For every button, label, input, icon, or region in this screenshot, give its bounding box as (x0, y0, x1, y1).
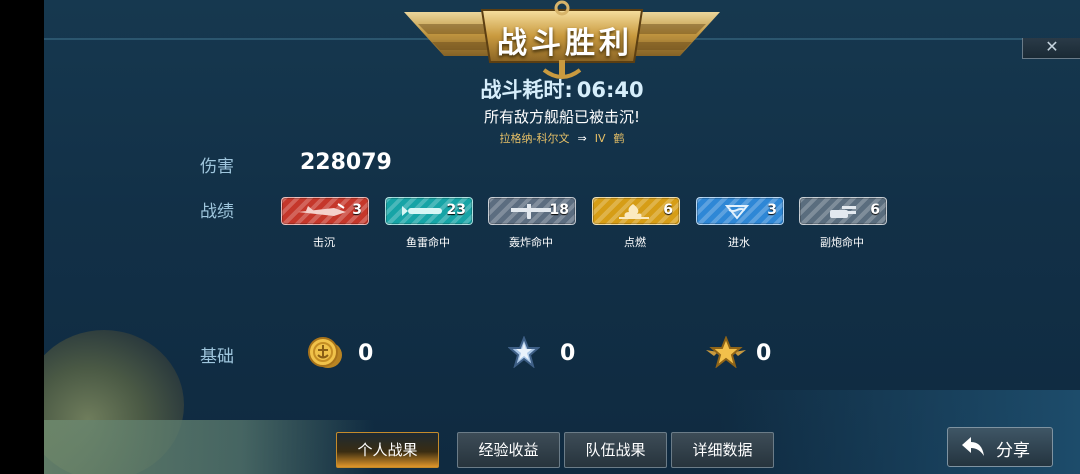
stat-name: 副炮命中 (820, 236, 864, 249)
records-label: 战绩 (200, 202, 234, 222)
basic-value: 0 (756, 341, 772, 366)
stat-badge: 23 (385, 197, 473, 225)
damage-value: 228079 (300, 150, 392, 175)
battle-result-screen: 战斗胜利 ✕ 战斗耗时: 06:40 所有敌方舰船已被击沉! 拉格纳-科尔文 ⇒ IV… (44, 0, 1080, 474)
stat-count: 18 (549, 202, 569, 218)
stat-count: 3 (352, 202, 362, 218)
share-back-arrow-icon (962, 437, 984, 456)
stat-name: 点燃 (624, 236, 646, 249)
ship-line: 拉格纳-科尔文 ⇒ IV 鹤 (44, 130, 1080, 146)
stat-secondary-gun[interactable]: 6 副炮命中 (799, 197, 889, 257)
fire-icon (619, 204, 649, 219)
stat-count: 6 (870, 202, 880, 218)
duration-label: 战斗耗时: (480, 78, 573, 102)
ship-tier: IV (594, 132, 606, 145)
basic-label: 基础 (200, 347, 234, 367)
basic-value: 0 (358, 341, 374, 366)
battle-duration: 战斗耗时: 06:40 (44, 74, 1080, 104)
secondary-gun-icon (830, 206, 856, 218)
tab-detailed-data[interactable]: 详细数据 (671, 432, 774, 468)
battle-summary: 战斗耗时: 06:40 所有敌方舰船已被击沉! 拉格纳-科尔文 ⇒ IV 鹤 (44, 74, 1080, 146)
ship-name: 鹤 (613, 132, 625, 145)
stat-badge: 18 (488, 197, 576, 225)
basic-gold-star: 0 (704, 335, 771, 372)
duration-value: 06:40 (576, 78, 644, 102)
ship-origin: 拉格纳-科尔文 (499, 132, 570, 145)
gold-star-icon (706, 335, 746, 369)
victory-banner: 战斗胜利 (404, 0, 720, 80)
basic-star: 0 (507, 335, 575, 372)
basic-value: 0 (560, 341, 576, 366)
result-subtitle: 所有敌方舰船已被击沉! (483, 108, 640, 126)
stat-name: 轰炸命中 (509, 236, 553, 249)
flooding-icon (724, 205, 750, 220)
arrow-icon: ⇒ (577, 132, 587, 145)
stat-count: 6 (663, 202, 673, 218)
silver-star-icon (507, 335, 541, 369)
stat-badge: 6 (592, 197, 680, 225)
damage-label: 伤害 (200, 157, 234, 177)
stat-badge: 3 (696, 197, 784, 225)
stat-fire[interactable]: 6 点燃 (592, 197, 682, 257)
stat-badge: 6 (799, 197, 887, 225)
stat-badge: 3 (281, 197, 369, 225)
stat-sunk[interactable]: 3 击沉 (281, 197, 371, 257)
basic-coin: 0 (306, 336, 373, 372)
victory-title: 战斗胜利 (497, 26, 633, 61)
stat-name: 鱼雷命中 (406, 236, 450, 249)
tab-experience[interactable]: 经验收益 (457, 432, 560, 468)
coast-background (44, 420, 374, 474)
tab-personal-results[interactable]: 个人战果 (336, 432, 439, 468)
tab-team-results[interactable]: 队伍战果 (564, 432, 667, 468)
sunk-ship-icon (298, 203, 346, 216)
close-button[interactable]: ✕ (1022, 38, 1080, 59)
stat-bomber[interactable]: 18 轰炸命中 (488, 197, 578, 257)
stat-name: 击沉 (313, 236, 335, 249)
share-button[interactable]: 分享 (947, 427, 1053, 467)
stat-flooding[interactable]: 3 进水 (696, 197, 786, 257)
share-label: 分享 (996, 441, 1030, 461)
gold-coin-icon (308, 337, 342, 368)
stat-count: 23 (446, 202, 466, 218)
stat-torpedo[interactable]: 23 鱼雷命中 (385, 197, 475, 257)
stat-name: 进水 (728, 236, 750, 249)
stat-count: 3 (767, 202, 777, 218)
